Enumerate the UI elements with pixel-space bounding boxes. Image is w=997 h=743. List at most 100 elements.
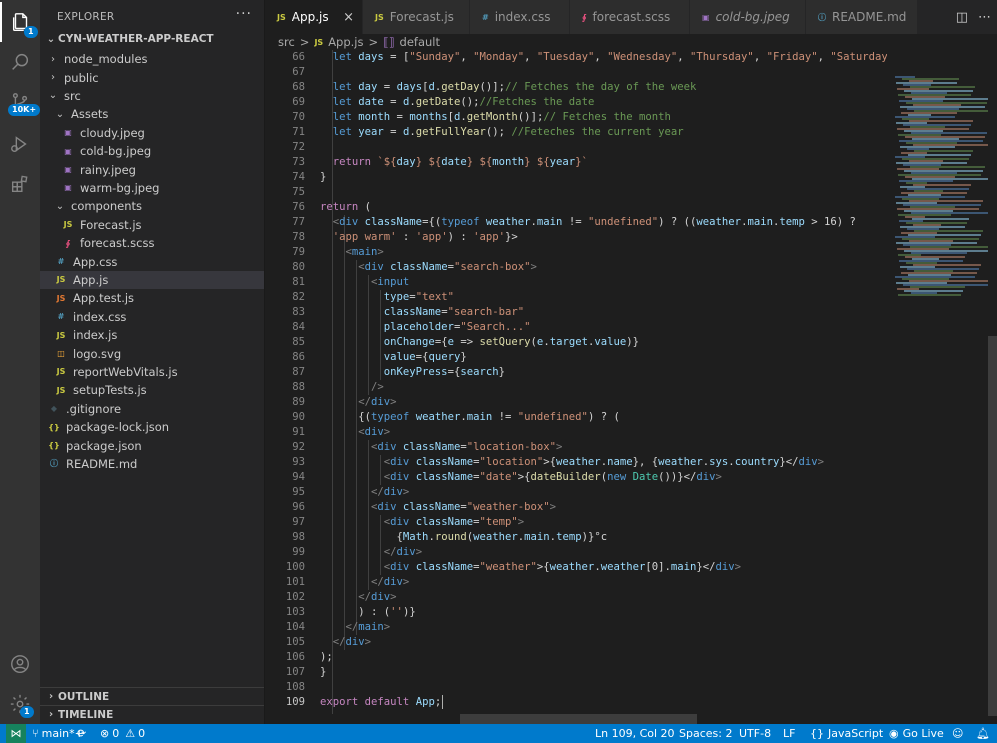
tree-item[interactable]: ⌄ components bbox=[40, 197, 142, 215]
js-file-icon: JS bbox=[375, 12, 384, 22]
line-number: 73 bbox=[292, 156, 305, 168]
remote-icon[interactable]: ⋈ bbox=[6, 724, 26, 743]
tree-item[interactable]: ▣ rainy.jpeg bbox=[40, 160, 136, 178]
code-token: div bbox=[364, 426, 384, 438]
tree-item[interactable]: › public bbox=[40, 68, 99, 86]
outline-section[interactable]: › OUTLINE bbox=[40, 687, 264, 705]
code-token: 'app' bbox=[415, 231, 448, 243]
code-token: name bbox=[607, 456, 633, 468]
code-line: <div className="weather">{weather.weathe… bbox=[320, 560, 741, 575]
code-token: div bbox=[371, 396, 391, 408]
chevron-right-icon: › bbox=[48, 709, 54, 720]
code-token: div bbox=[383, 576, 403, 588]
cursor-position[interactable]: Ln 109, Col 20 bbox=[595, 724, 675, 743]
code-token: > bbox=[556, 441, 563, 453]
settings-gear-icon[interactable]: 1 bbox=[0, 684, 40, 724]
tree-item[interactable]: JS App.js bbox=[40, 270, 264, 290]
tree-item[interactable]: {} package-lock.json bbox=[40, 418, 169, 436]
project-root[interactable]: ⌄ CYN-WEATHER-APP-REACT bbox=[44, 33, 214, 45]
run-debug-icon[interactable] bbox=[0, 124, 40, 164]
tree-item[interactable]: ▣ cloudy.jpeg bbox=[40, 124, 145, 142]
tab-cold-bg-jpeg[interactable]: ▣ cold-bg.jpeg bbox=[690, 0, 806, 34]
tab-label: cold-bg.jpeg bbox=[715, 10, 790, 24]
more-actions-icon[interactable]: ⋯ bbox=[978, 10, 991, 25]
go-live-button[interactable]: ◉ Go Live bbox=[889, 724, 944, 743]
problems-indicator[interactable]: ⊗ 0 ⚠ 0 bbox=[100, 724, 145, 743]
minimap-line bbox=[898, 294, 961, 296]
code-token: < bbox=[320, 561, 391, 573]
code-token: div bbox=[383, 486, 403, 498]
explorer-icon[interactable]: 1 bbox=[0, 2, 40, 42]
tab-forecast-scss[interactable]: ∮ forecast.scss bbox=[570, 0, 690, 34]
tree-item[interactable]: # App.css bbox=[40, 252, 118, 270]
tab-app-js[interactable]: JS App.js × bbox=[265, 0, 363, 34]
tab-readme-md[interactable]: ⓘ README.md bbox=[806, 0, 918, 34]
tree-item[interactable]: ◫ logo.svg bbox=[40, 344, 121, 362]
code-line: </main> bbox=[320, 620, 391, 635]
tree-item[interactable]: JS reportWebVitals.js bbox=[40, 363, 178, 381]
code-token: , bbox=[524, 51, 537, 63]
line-number: 92 bbox=[292, 441, 305, 453]
horizontal-scrollbar-thumb[interactable] bbox=[460, 714, 697, 724]
broadcast-icon: ◉ bbox=[889, 727, 899, 740]
code-token: default bbox=[364, 696, 416, 708]
minimap[interactable] bbox=[887, 50, 997, 714]
timeline-section[interactable]: › TIMELINE bbox=[40, 705, 264, 723]
source-control-icon[interactable]: 10K+ bbox=[0, 82, 41, 122]
tab-forecast-js[interactable]: JS Forecast.js bbox=[363, 0, 470, 34]
end-of-line[interactable]: LF bbox=[783, 724, 795, 743]
code-token: div bbox=[390, 471, 416, 483]
tree-item[interactable]: › node_modules bbox=[40, 50, 148, 68]
extensions-icon[interactable] bbox=[0, 164, 40, 204]
tree-item[interactable]: ▣ warm-bg.jpeg bbox=[40, 179, 159, 197]
code-token: ) : bbox=[447, 231, 474, 243]
indentation[interactable]: Spaces: 2 bbox=[679, 724, 732, 743]
svg-file-icon: ◫ bbox=[57, 349, 65, 359]
breadcrumb-file[interactable]: App.js bbox=[328, 35, 363, 49]
breadcrumb-symbol[interactable]: default bbox=[400, 35, 440, 49]
encoding[interactable]: UTF-8 bbox=[739, 724, 771, 743]
language-mode[interactable]: {} JavaScript bbox=[810, 724, 883, 743]
tree-item[interactable]: ∮ forecast.scss bbox=[40, 234, 155, 252]
code-line: {Math.round(weather.main.temp)}°c bbox=[320, 530, 608, 545]
more-actions-icon[interactable]: ··· bbox=[236, 6, 252, 22]
tree-item[interactable]: JS setupTests.js bbox=[40, 381, 147, 399]
tree-item[interactable]: ▣ cold-bg.jpeg bbox=[40, 142, 151, 160]
line-number: 82 bbox=[292, 291, 305, 303]
tree-item[interactable]: ⌄ Assets bbox=[40, 105, 109, 123]
search-icon[interactable] bbox=[0, 42, 40, 82]
vertical-scrollbar-thumb[interactable] bbox=[988, 336, 997, 716]
account-icon[interactable] bbox=[0, 644, 40, 684]
tree-item[interactable]: ◆ .gitignore bbox=[40, 400, 121, 418]
split-editor-icon[interactable]: ◫ bbox=[956, 10, 968, 25]
code-line: type="text" bbox=[320, 290, 454, 305]
tree-item-label: .gitignore bbox=[66, 401, 122, 416]
code-token: {( bbox=[320, 411, 372, 423]
code-token: </ bbox=[320, 591, 372, 603]
feedback-icon[interactable]: ☺ bbox=[952, 724, 963, 743]
code-token: div bbox=[390, 456, 416, 468]
tree-item[interactable]: ⌄ src bbox=[40, 87, 81, 105]
tree-item[interactable]: ⓘ README.md bbox=[40, 455, 137, 473]
sync-icon[interactable]: ⟳ bbox=[77, 724, 86, 743]
code-line: let date = d.getDate();//Fetches the dat… bbox=[320, 95, 595, 110]
tree-item[interactable]: {} package.json bbox=[40, 436, 141, 454]
tree-item-label: src bbox=[64, 88, 81, 103]
tree-item-label: setupTests.js bbox=[73, 383, 147, 398]
code-line: <div className="location-box"> bbox=[320, 440, 562, 455]
tree-item[interactable]: JS index.js bbox=[40, 326, 118, 344]
code-line: <input bbox=[320, 275, 409, 290]
tree-item[interactable]: # index.css bbox=[40, 308, 127, 326]
tree-item[interactable]: JS App.test.js bbox=[40, 289, 134, 307]
notifications-bell-icon[interactable]: 🔔︎ bbox=[976, 724, 990, 743]
code-line: <div className="temp"> bbox=[320, 515, 524, 530]
tab-index-css[interactable]: # index.css bbox=[470, 0, 570, 34]
close-icon[interactable]: × bbox=[343, 10, 354, 25]
code-line: ) : ('')} bbox=[320, 605, 415, 620]
code-token: , bbox=[753, 51, 767, 63]
breadcrumb-folder[interactable]: src bbox=[278, 35, 295, 49]
code-token: </ bbox=[320, 636, 346, 648]
tree-item[interactable]: JS Forecast.js bbox=[40, 216, 142, 234]
code-editor[interactable]: 66 67 68 69 70 71 72 73 74 75 76 77 78 79 80 81 82 83 84 85… bbox=[265, 50, 887, 714]
line-number: 69 bbox=[292, 96, 305, 108]
